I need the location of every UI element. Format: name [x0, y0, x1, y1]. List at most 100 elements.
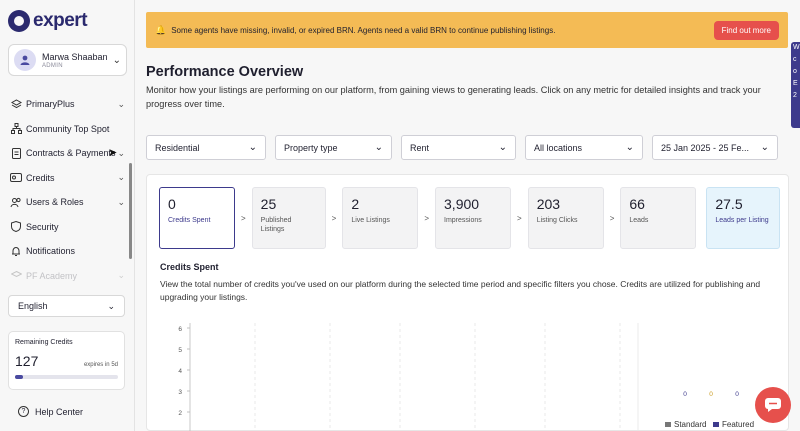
category-filter[interactable]: Residential ⌄ — [146, 135, 266, 160]
chevron-down-icon: ⌄ — [107, 300, 115, 311]
metric-label: Leads — [629, 217, 649, 224]
remaining-credits-card: Remaining Credits 127 expires in 5d — [8, 331, 125, 390]
arrow-right-icon: > — [241, 213, 246, 223]
metrics-row: 0 Credits Spent > 25 Published Listings … — [159, 187, 781, 249]
side-tab[interactable]: W c o E 2 — [791, 42, 800, 128]
y-tick-label: 3 — [178, 389, 182, 396]
section-description: View the total number of credits you've … — [160, 279, 761, 302]
side-tab-char: o — [793, 68, 797, 75]
arrow-right-icon: > — [331, 213, 337, 223]
sitemap-icon — [10, 123, 22, 135]
summary-value: 0 — [683, 391, 687, 398]
chevron-down-icon: ⌄ — [117, 270, 125, 281]
legend-label: Featured — [722, 420, 754, 429]
avatar — [14, 49, 36, 71]
property-type-filter[interactable]: Property type ⌄ — [275, 135, 392, 160]
sidebar-item-label: PrimaryPlus — [26, 99, 75, 110]
metric-value: 0 — [168, 196, 176, 212]
location-filter[interactable]: All locations ⌄ — [525, 135, 643, 160]
sidebar-item-label: Contracts & Payments — [26, 148, 116, 159]
user-name: Marwa Shaaban — [42, 51, 108, 62]
metric-value: 66 — [629, 196, 645, 212]
y-tick-label: 2 — [178, 410, 182, 417]
y-tick-label: 4 — [178, 368, 182, 375]
help-icon: ? — [18, 406, 29, 417]
sidebar-item-security[interactable]: Security — [0, 215, 135, 240]
academy-icon — [10, 270, 22, 282]
metric-leads-per-listing[interactable]: 27.5 Leads per Listing — [706, 187, 781, 249]
metric-label: Leads per Listing — [715, 217, 769, 224]
sidebar-item-notifications[interactable]: Notifications — [0, 239, 135, 264]
filter-bar: Residential ⌄ Property type ⌄ Rent ⌄ All… — [146, 135, 789, 160]
credits-spent-chart: 654321000StandardFeatured — [178, 323, 754, 431]
chevron-down-icon: ⌄ — [374, 142, 383, 153]
arrow-right-icon: > — [609, 213, 615, 223]
chevron-down-icon: ⌄ — [117, 98, 125, 109]
remaining-credits-title: Remaining Credits — [15, 339, 73, 346]
sidebar-item-label: PF Academy — [26, 270, 78, 281]
chevron-down-icon: ⌄ — [248, 142, 257, 153]
metric-label: Listing Clicks — [536, 217, 578, 224]
user-menu[interactable]: Marwa Shaaban ADMIN ⌄ — [8, 44, 127, 76]
sidebar: expert Marwa Shaaban ADMIN ⌄ PrimaryPlus… — [0, 0, 135, 431]
y-tick-label: 5 — [178, 347, 182, 354]
metric-listing-clicks[interactable]: 203 Listing Clicks — [527, 187, 604, 249]
page-title: Performance Overview — [146, 64, 304, 80]
user-role: ADMIN — [42, 62, 63, 69]
metric-value: 3,900 — [444, 196, 480, 212]
metric-label: Impressions — [444, 217, 482, 224]
banner-message: Some agents have missing, invalid, or ex… — [171, 25, 556, 35]
sidebar-scrollbar[interactable] — [129, 163, 132, 259]
metric-credits-spent[interactable]: 0 Credits Spent — [159, 187, 235, 249]
metric-impressions[interactable]: 3,900 Impressions — [435, 187, 512, 249]
chat-icon — [765, 398, 781, 412]
metric-label: Credits Spent — [168, 217, 211, 224]
metric-value: 2 — [351, 196, 360, 212]
offering-type-filter[interactable]: Rent ⌄ — [401, 135, 516, 160]
credits-progress-fill — [15, 375, 24, 379]
filter-label: All locations — [534, 142, 583, 153]
help-center-link[interactable]: ? Help Center — [18, 406, 83, 417]
side-tab-char: c — [793, 56, 797, 63]
summary-value: 0 — [709, 391, 713, 398]
metric-leads[interactable]: 66 Leads — [620, 187, 697, 249]
section-title: Credits Spent — [160, 262, 219, 272]
metric-value: 25 — [260, 196, 277, 212]
sidebar-item-community-top-spot[interactable]: Community Top Spot — [0, 117, 135, 142]
side-tab-char: E — [793, 80, 798, 87]
users-icon — [10, 196, 22, 208]
page-description: Monitor how your listings are performing… — [146, 85, 761, 109]
chevron-down-icon: ⌄ — [112, 54, 121, 66]
find-out-more-button[interactable]: Find out more — [713, 20, 779, 40]
sidebar-item-primaryplus[interactable]: PrimaryPlus ⌄ — [0, 92, 135, 117]
date-range-filter[interactable]: 25 Jan 2025 - 25 Fe... ⌄ — [652, 135, 778, 160]
chevron-down-icon: ⌄ — [117, 147, 125, 158]
sidebar-item-pf-academy[interactable]: PF Academy ⌄ — [0, 264, 135, 289]
sidebar-item-credits[interactable]: Credits ⌄ — [0, 166, 135, 191]
sidebar-item-label: Community Top Spot — [26, 123, 110, 134]
performance-panel: 0 Credits Spent > 25 Published Listings … — [146, 174, 789, 431]
remaining-credits-value: 127 — [15, 353, 39, 369]
sidebar-item-label: Notifications — [26, 246, 76, 257]
chat-button[interactable] — [755, 387, 791, 423]
metric-value: 27.5 — [715, 196, 743, 212]
metric-live-listings[interactable]: 2 Live Listings — [342, 187, 419, 249]
bell-icon — [10, 245, 22, 257]
sidebar-item-label: Credits — [26, 172, 55, 183]
document-icon — [10, 147, 22, 159]
language-select[interactable]: English ⌄ — [8, 295, 125, 317]
logo[interactable]: expert — [8, 10, 88, 32]
sidebar-item-users-roles[interactable]: Users & Roles ⌄ — [0, 190, 135, 215]
chevron-down-icon: ⌄ — [117, 172, 125, 183]
help-center-label: Help Center — [35, 406, 84, 417]
language-value: English — [18, 301, 48, 311]
legend-label: Standard — [674, 420, 706, 429]
metric-label: Published Listings — [260, 217, 292, 233]
chevron-down-icon: ⌄ — [625, 142, 634, 153]
arrow-right-icon: > — [517, 213, 522, 223]
sidebar-nav: PrimaryPlus ⌄ Community Top Spot Contrac… — [0, 92, 135, 288]
filter-label: Rent — [410, 142, 430, 153]
sidebar-item-label: Users & Roles — [26, 197, 84, 208]
metric-published-listings[interactable]: 25 Published Listings — [251, 187, 326, 249]
user-icon — [20, 55, 30, 65]
